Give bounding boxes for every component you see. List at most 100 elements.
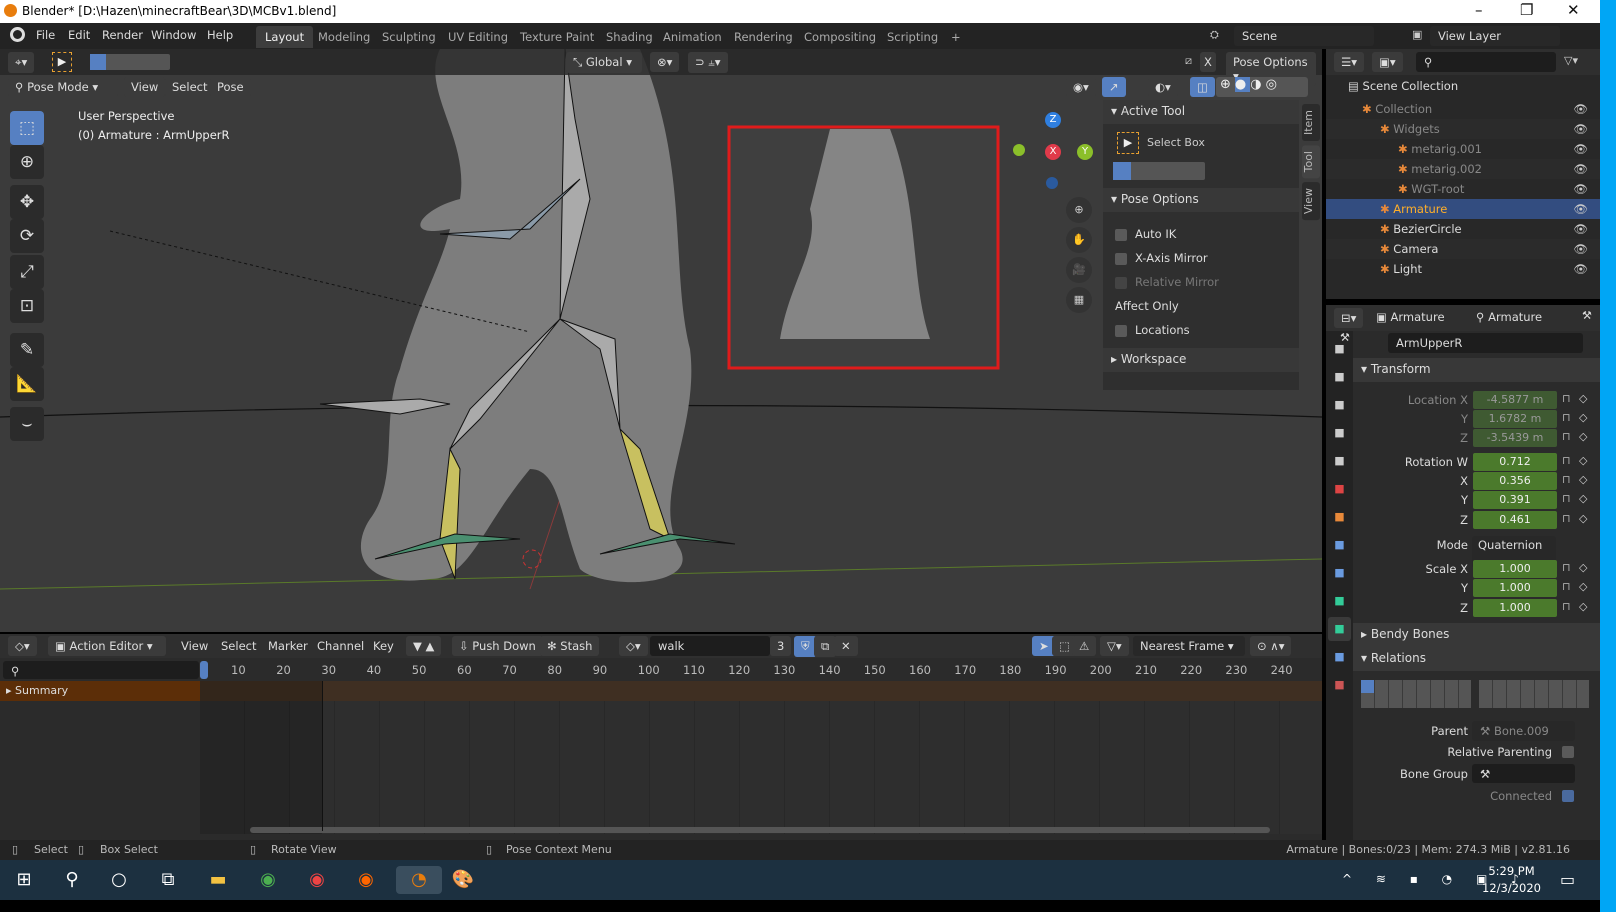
menu-file[interactable]: File [36, 28, 55, 42]
keyframe-diamond-icon[interactable]: ◇ [1579, 454, 1587, 467]
lock-icon[interactable]: ⊓ [1562, 561, 1571, 574]
summary-channel[interactable]: ▸ Summary [0, 681, 200, 701]
filter-dropdown[interactable]: ▽▾ [1100, 636, 1129, 656]
rotate-tool[interactable]: ⟳ [10, 219, 44, 253]
chrome-icon[interactable]: ◉ [254, 866, 282, 894]
keyframe-diamond-icon[interactable]: ◇ [1579, 430, 1587, 443]
visibility-eye-icon[interactable]: 👁 [1573, 182, 1588, 196]
connected-checkbox[interactable] [1562, 790, 1574, 802]
tool-tab-icon[interactable]: ■ [1328, 337, 1351, 361]
search-icon[interactable]: ⚲ [58, 866, 86, 894]
view-layer-icon[interactable]: ▣ [1412, 28, 1422, 41]
gizmo-z-axis[interactable]: Z [1045, 112, 1061, 128]
firefox-icon[interactable]: ◉ [352, 866, 380, 894]
snap-toggle[interactable]: ⊃ ⫨▾ [688, 52, 728, 73]
object-data-tab-icon[interactable]: ■ [1328, 589, 1351, 613]
lock-icon[interactable]: ⊓ [1562, 430, 1571, 443]
pose-options-header[interactable]: ▾ Pose Options [1103, 188, 1299, 212]
transform-value-field[interactable]: 1.6782 m [1473, 410, 1557, 428]
visibility-eye-icon[interactable]: 👁 [1573, 222, 1588, 236]
lock-icon[interactable]: ⊓ [1562, 600, 1571, 613]
browse-action-dropdown[interactable]: ◇▾ [619, 636, 648, 656]
scene-tab-icon[interactable]: ■ [1328, 449, 1351, 473]
menu-pose[interactable]: Pose [210, 77, 251, 97]
pivot-point-dropdown[interactable]: ⊗▾ [650, 52, 680, 72]
tab-texture-paint[interactable]: Texture Paint [511, 26, 603, 48]
sidebar-tab-tool[interactable]: Tool [1302, 145, 1320, 179]
view-layer-selector[interactable]: View Layer [1430, 26, 1560, 46]
view-layer-tab-icon[interactable]: ■ [1328, 421, 1351, 445]
properties-editor-type[interactable]: ⊟▾ [1334, 308, 1364, 328]
select-box-tool[interactable]: ⬚ [10, 111, 44, 145]
selection-mode-buttons[interactable] [90, 54, 170, 70]
file-explorer-icon[interactable]: ▬ [204, 866, 232, 894]
transform-value-field[interactable]: 1.000 [1473, 579, 1557, 597]
outliner-item[interactable]: ✱ Armature 👁 [1326, 199, 1600, 219]
relative-mirror-checkbox[interactable]: Relative Mirror [1115, 270, 1287, 294]
horizontal-scrollbar[interactable] [250, 827, 1270, 833]
cursor-tool[interactable]: ⊕ [10, 145, 44, 179]
tab-rendering[interactable]: Rendering [725, 26, 802, 48]
workspace-header[interactable]: ▸ Workspace [1103, 348, 1299, 372]
keyframe-diamond-icon[interactable]: ◇ [1579, 580, 1587, 593]
menu-view[interactable]: View [124, 77, 166, 97]
x-axis-mirror-checkbox[interactable]: X-Axis Mirror [1115, 246, 1287, 270]
editor-type-button[interactable]: ⌖▾ [8, 52, 35, 73]
transform-value-field[interactable]: 0.461 [1473, 511, 1557, 529]
bone-constraints-tab-icon[interactable]: ■ [1328, 645, 1351, 669]
move-tool[interactable]: ✥ [10, 185, 44, 219]
visibility-eye-icon[interactable]: 👁 [1573, 122, 1588, 136]
keyframe-diamond-icon[interactable]: ◇ [1579, 392, 1587, 405]
maximize-button[interactable]: ❐ [1520, 1, 1533, 19]
constraints-tab-icon[interactable]: ■ [1328, 561, 1351, 585]
display-mode-dropdown[interactable]: ☰▾ [1334, 52, 1365, 72]
chrome-profile-icon[interactable]: ◉ [303, 866, 331, 894]
lock-icon[interactable]: ⊓ [1562, 411, 1571, 424]
xray-toggle[interactable]: ◫ [1190, 77, 1215, 97]
gizmo-neg-y-icon[interactable] [1013, 144, 1025, 156]
relations-header[interactable]: ▾ Relations [1353, 647, 1600, 671]
menu-help[interactable]: Help [207, 28, 233, 42]
bone-layers-right[interactable] [1479, 680, 1589, 708]
outliner-scene-collection[interactable]: ▤ Scene Collection [1326, 79, 1600, 99]
outliner-item[interactable]: ✱ Widgets 👁 [1326, 119, 1600, 139]
menu-window[interactable]: Window [151, 28, 196, 42]
transform-value-field[interactable]: 1.000 [1473, 599, 1557, 617]
visibility-eye-icon[interactable]: 👁 [1573, 162, 1588, 176]
breadcrumb-armature[interactable]: ⚲ Armature [1476, 310, 1542, 324]
bone-name-field[interactable]: ArmUpperR [1388, 333, 1583, 353]
tab-scripting[interactable]: Scripting [878, 26, 947, 48]
new-action-icon[interactable]: ⧉ [814, 636, 837, 657]
object-tab-icon[interactable]: ■ [1328, 505, 1351, 529]
transform-value-field[interactable]: 0.391 [1473, 491, 1557, 509]
outliner-item[interactable]: ✱ Collection 👁 [1326, 99, 1600, 119]
lock-icon[interactable]: ⊓ [1562, 492, 1571, 505]
shading-mode-buttons[interactable]: ⊕●◑◎ [1216, 77, 1308, 97]
select-box-row[interactable]: ▶ Select Box [1103, 124, 1299, 160]
blender-menu-icon[interactable] [10, 27, 25, 42]
transform-value-field[interactable]: -4.5877 m [1473, 391, 1557, 409]
keyframe-diamond-icon[interactable]: ◇ [1579, 411, 1587, 424]
unlink-action-icon[interactable]: ✕ [834, 636, 858, 656]
breadcrumb-object[interactable]: ▣ Armature [1376, 310, 1445, 324]
only-errors-toggle[interactable]: ⚠ [1072, 636, 1097, 656]
view-layer-filter-dropdown[interactable]: ▣▾ [1372, 52, 1403, 72]
lock-icon[interactable]: ⊓ [1562, 454, 1571, 467]
transform-value-field[interactable]: 0.356 [1473, 472, 1557, 490]
lock-icon[interactable]: ⊓ [1562, 512, 1571, 525]
auto-ik-checkbox[interactable]: Auto IK [1115, 222, 1287, 246]
tab-layout[interactable]: Layout [256, 26, 314, 48]
transform-value-field[interactable]: 1.000 [1473, 560, 1557, 578]
tab-shading[interactable]: Shading [597, 26, 662, 48]
channel-search-input[interactable]: ⚲ [3, 661, 199, 679]
visibility-eye-icon[interactable]: 👁 [1573, 242, 1588, 256]
cortana-icon[interactable]: ○ [105, 866, 133, 894]
overlay-toggle[interactable]: ◐▾ [1148, 77, 1178, 97]
lock-icon[interactable]: ⊓ [1562, 392, 1571, 405]
menu-edit[interactable]: Edit [68, 28, 90, 42]
parent-field[interactable]: ⚒ Bone.009 [1472, 721, 1575, 741]
stash-button[interactable]: ✻ Stash [540, 636, 600, 656]
gizmo-toggle[interactable]: ↗ [1102, 77, 1126, 97]
notifications-icon[interactable]: ▭ [1560, 870, 1575, 889]
menu-select[interactable]: Select [221, 639, 256, 653]
